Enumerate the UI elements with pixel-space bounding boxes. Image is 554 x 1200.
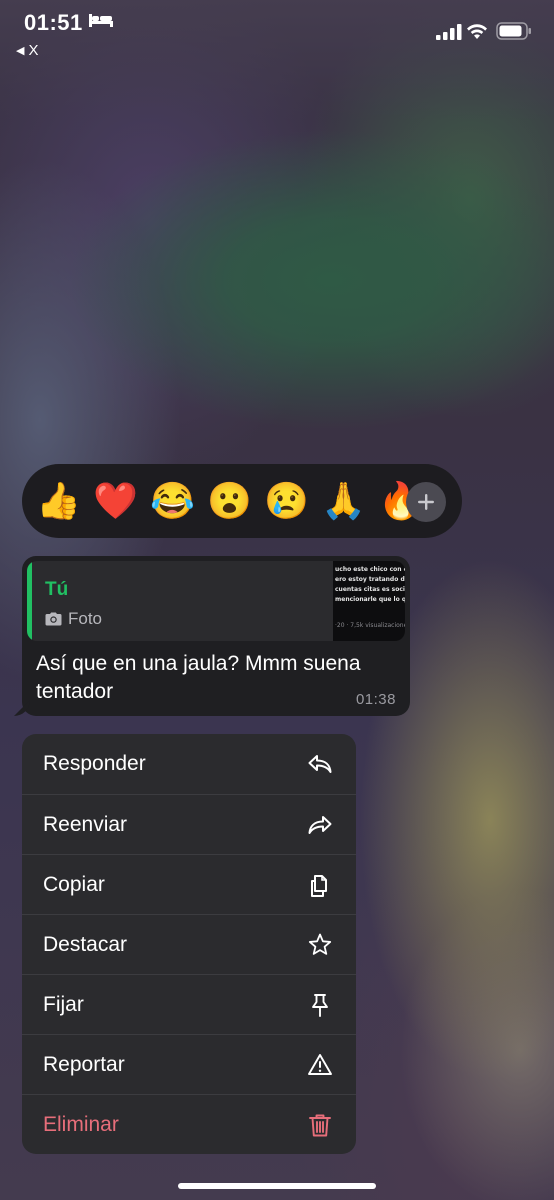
quote-author: Tú xyxy=(45,579,69,600)
thumbnail-text-line: ucho este chico con el c xyxy=(335,566,405,573)
quote-accent-bar xyxy=(27,561,32,641)
trash-icon xyxy=(309,1114,331,1137)
menu-item-label: Responder xyxy=(43,752,146,775)
back-to-app-button[interactable]: ◀ X xyxy=(16,42,38,59)
copy-icon xyxy=(311,875,327,897)
menu-item-label: Reportar xyxy=(43,1052,125,1076)
back-app-label: X xyxy=(28,42,39,59)
quote-media-text: Foto xyxy=(68,609,103,628)
reaction-heart[interactable]: ❤️ xyxy=(87,464,144,538)
warning-icon xyxy=(308,1054,332,1075)
reaction-laughing[interactable]: 😂 xyxy=(144,464,201,538)
menu-item-reenviar[interactable]: Reenviar xyxy=(22,794,356,854)
menu-item-label: Destacar xyxy=(43,932,128,956)
plus-icon xyxy=(418,494,434,510)
menu-item-copiar[interactable]: Copiar xyxy=(22,854,356,914)
quote-photo-thumbnail: ucho este chico con el c ero estoy trata… xyxy=(333,561,405,641)
status-bar: 01:51 ◀ X xyxy=(0,0,554,60)
reaction-crying[interactable]: 😢 xyxy=(258,464,315,538)
reaction-surprised[interactable]: 😮 xyxy=(201,464,258,538)
more-reactions-button[interactable] xyxy=(406,482,446,522)
status-time: 01:51 xyxy=(24,10,83,35)
menu-item-label: Fijar xyxy=(43,992,84,1016)
home-indicator[interactable] xyxy=(178,1183,376,1189)
thumbnail-text-line: mencionarle que lo quies xyxy=(335,596,405,603)
menu-item-label: Eliminar xyxy=(43,1112,119,1136)
thumbnail-stats: ·20 · 7,5k visualizaciones xyxy=(335,622,405,629)
thumbnail-text-line: cuentas citas es sociale xyxy=(335,586,405,593)
forward-icon xyxy=(308,816,332,834)
back-triangle-icon: ◀ xyxy=(16,45,25,57)
sleep-focus-icon xyxy=(88,12,114,33)
camera-icon xyxy=(45,612,62,626)
menu-item-reportar[interactable]: Reportar xyxy=(22,1034,356,1094)
quote-media-label: Foto xyxy=(45,609,102,629)
thumbnail-text-line: ero estoy tratando de ca xyxy=(335,576,405,583)
reaction-picker: 👍 ❤️ 😂 😮 😢 🙏 🔥 xyxy=(22,464,462,538)
star-icon xyxy=(308,933,332,955)
quoted-message[interactable]: Tú Foto ucho este chico con el c ero est… xyxy=(27,561,405,641)
menu-item-destacar[interactable]: Destacar xyxy=(22,914,356,974)
wifi-icon xyxy=(466,22,488,45)
pin-icon xyxy=(312,994,328,1017)
message-context-menu: Responder Reenviar Copiar Destacar Fijar… xyxy=(22,734,356,1154)
menu-item-fijar[interactable]: Fijar xyxy=(22,974,356,1034)
reaction-praying[interactable]: 🙏 xyxy=(315,464,372,538)
message-bubble: Tú Foto ucho este chico con el c ero est… xyxy=(14,556,410,716)
reply-icon xyxy=(308,755,332,773)
message-text: Así que en una jaula? Mmm suena tentador xyxy=(36,652,361,703)
menu-item-label: Reenviar xyxy=(43,812,128,836)
menu-item-label: Copiar xyxy=(43,872,105,896)
menu-item-eliminar[interactable]: Eliminar xyxy=(22,1094,356,1154)
battery-icon xyxy=(496,22,532,45)
menu-item-responder[interactable]: Responder xyxy=(22,734,356,794)
message-time: 01:38 xyxy=(355,691,396,708)
reaction-thumbs-up[interactable]: 👍 xyxy=(30,464,87,538)
cellular-signal-icon xyxy=(436,24,462,45)
